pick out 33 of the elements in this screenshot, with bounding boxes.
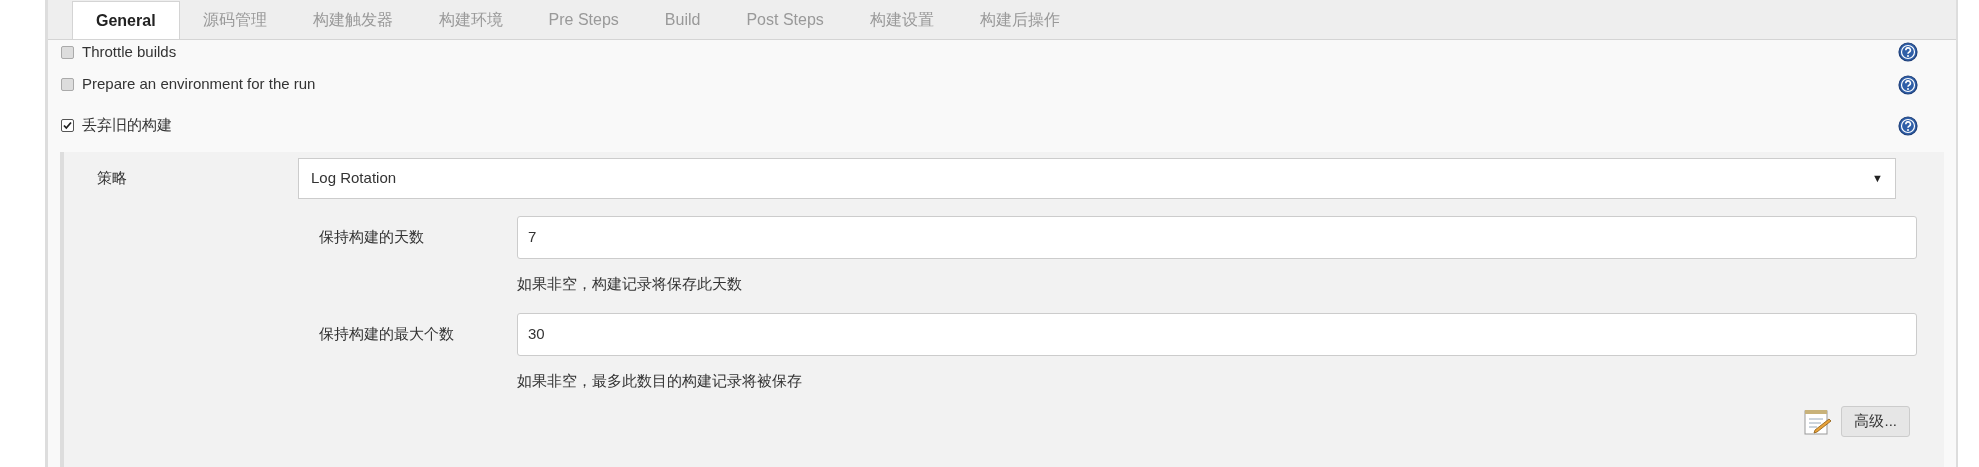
strategy-label: 策略 [96,168,128,189]
field-hint: 如果非空，最多此数目的构建记录将被保存 [517,370,803,391]
tab[interactable]: 源码管理 [179,1,290,39]
advanced-button[interactable]: 高级... [1841,406,1910,437]
strategy-select[interactable]: Log Rotation ▼ [298,158,1896,199]
help-icon[interactable] [1898,115,1918,136]
field-value: 7 [528,227,537,248]
tab[interactable]: 构建后操作 [956,1,1083,39]
option-label: Prepare an environment for the run [82,74,317,95]
option-label: 丢弃旧的构建 [82,115,173,136]
field-label: 保持构建的天数 [318,227,425,248]
help-icon[interactable] [1898,74,1918,95]
field-label: 保持构建的最大个数 [318,323,455,344]
tab[interactable]: 构建环境 [415,1,526,39]
field-hint: 如果非空，构建记录将保存此天数 [517,274,743,294]
checkbox[interactable] [61,78,74,91]
tab[interactable]: Build [641,1,724,39]
help-icon[interactable] [1898,42,1918,62]
tab[interactable]: Pre Steps [525,1,642,39]
dropdown-caret: ▼ [1872,171,1883,187]
field-value: 30 [528,323,545,344]
tab[interactable]: 构建设置 [846,1,957,39]
checkbox[interactable] [61,45,74,59]
select-value: Log Rotation [311,168,397,189]
tab[interactable]: 构建触发器 [289,1,416,39]
option-label: Throttle builds [82,41,178,62]
tab[interactable]: Post Steps [723,1,847,39]
text-field[interactable]: 30 [517,312,1917,356]
tab[interactable]: General [72,1,180,39]
checkbox[interactable] [61,119,74,132]
notepad-icon[interactable] [1803,407,1834,436]
text-field[interactable]: 7 [517,216,1917,259]
check-icon [63,121,72,130]
